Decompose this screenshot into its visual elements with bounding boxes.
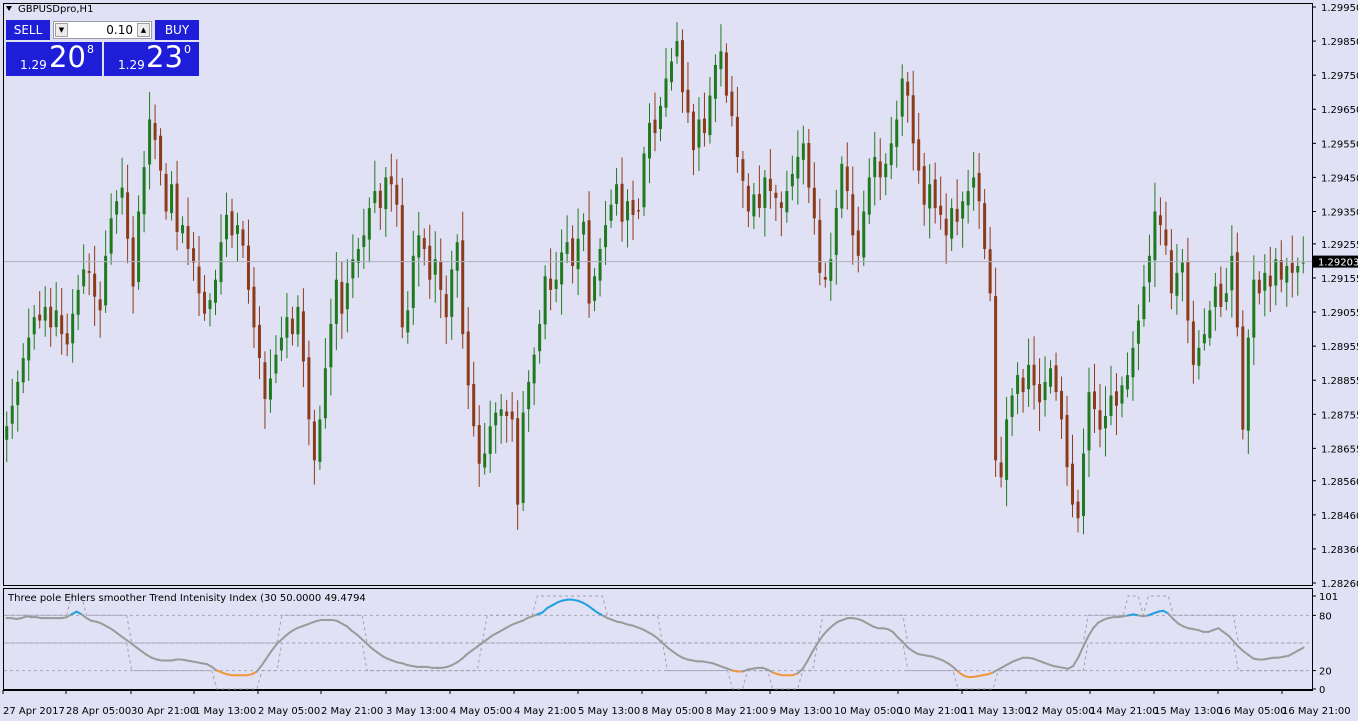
time-tick-label: 10 May 21:00 [898, 706, 967, 717]
time-tick-label: 9 May 13:00 [770, 706, 832, 717]
price-tick-label: 1.29950 [1321, 3, 1358, 14]
time-tick-label: 16 May 21:00 [1282, 706, 1351, 717]
time-tick-label: 30 Apr 21:00 [131, 706, 196, 717]
price-tick-label: 1.28655 [1321, 444, 1358, 455]
bid-price-fraction: 8 [87, 43, 94, 56]
price-tick-label: 1.29550 [1321, 139, 1358, 150]
time-tick-label: 4 May 05:00 [450, 706, 512, 717]
ask-price-prefix: 1.29 [118, 58, 145, 72]
ask-price-fraction: 0 [184, 43, 191, 56]
chart-symbol-title: GBPUSDpro,H1 [18, 4, 94, 15]
time-tick-label: 16 May 05:00 [1218, 706, 1287, 717]
indicator-tick-label: 20 [1319, 667, 1332, 678]
bid-price-pips: 20 [49, 40, 86, 74]
time-tick-label: 4 May 21:00 [514, 706, 576, 717]
time-tick-label: 27 Apr 2017 [3, 706, 65, 717]
time-tick-label: 14 May 21:00 [1090, 706, 1159, 717]
price-tick-label: 1.28855 [1321, 376, 1358, 387]
time-tick-label: 1 May 13:00 [194, 706, 256, 717]
bid-price-prefix: 1.29 [20, 58, 47, 72]
time-tick-label: 3 May 13:00 [386, 706, 448, 717]
price-tick-label: 1.28360 [1321, 545, 1358, 556]
lot-size-field[interactable]: ▼ 0.10 ▲ [53, 21, 152, 39]
sell-price-button[interactable]: 1.29 20 8 [6, 40, 102, 76]
time-axis: 27 Apr 2017 28 Apr 05:00 30 Apr 21:001 May… [2, 690, 1351, 717]
price-tick-label: 1.29850 [1321, 37, 1358, 48]
price-tick-label: 1.28560 [1321, 477, 1358, 488]
current-price-label: 1.29203 [1318, 258, 1358, 269]
time-tick-label: 8 May 05:00 [642, 706, 704, 717]
chart-canvas[interactable]: 1.299501.298501.297501.296501.295501.294… [0, 0, 1358, 721]
indicator-title: Three pole Ehlers smoother Trend Intenis… [7, 593, 366, 604]
price-tick-label: 1.29650 [1321, 105, 1358, 116]
price-tick-label: 1.29155 [1321, 274, 1358, 285]
price-tick-label: 1.29750 [1321, 71, 1358, 82]
price-axis: 1.29950 1.29850 1.29750 1.29650 1.29550 1.294… [1312, 3, 1358, 590]
indicator-tick-label: 80 [1319, 611, 1332, 622]
indicator-tick-label: 0 [1319, 685, 1325, 696]
indicator-axis: 101 80 20 0 [1312, 592, 1338, 696]
time-tick-label: 10 May 05:00 [834, 706, 903, 717]
price-tick-label: 1.29450 [1321, 173, 1358, 184]
time-tick-label: 11 May 13:00 [962, 706, 1031, 717]
chart-menu-triangle-icon[interactable] [6, 6, 12, 11]
ask-price-pips: 23 [146, 40, 183, 74]
lot-size-value[interactable]: 0.10 [106, 22, 133, 38]
price-tick-label: 1.28460 [1321, 511, 1358, 522]
time-tick-label: 2 May 21:00 [321, 706, 383, 717]
buy-price-button[interactable]: 1.29 23 0 [104, 40, 199, 76]
candle [1241, 310, 1245, 440]
price-tick-label: 1.28755 [1321, 410, 1358, 421]
price-tick-label: 1.29055 [1321, 308, 1358, 319]
lot-decrease-icon[interactable]: ▼ [55, 23, 68, 37]
time-tick-label: 8 May 21:00 [706, 706, 768, 717]
price-tick-label: 1.29255 [1321, 240, 1358, 251]
price-tick-label: 1.28260 [1321, 579, 1358, 590]
time-tick-label: 28 Apr 05:00 [66, 706, 131, 717]
indicator-tick-label: 101 [1319, 592, 1338, 603]
time-tick-label: 12 May 05:00 [1026, 706, 1095, 717]
time-tick-label: 15 May 13:00 [1154, 706, 1223, 717]
main-chart-area[interactable] [3, 3, 1313, 586]
one-click-trading-panel: SELL ▼ 0.10 ▲ BUY 1.29 20 8 1.29 23 0 [6, 20, 199, 76]
candle [642, 146, 646, 217]
buy-button[interactable]: BUY [155, 20, 199, 40]
price-tick-label: 1.28955 [1321, 342, 1358, 353]
time-tick-label: 5 May 13:00 [578, 706, 640, 717]
sell-button[interactable]: SELL [6, 20, 50, 40]
lot-increase-icon[interactable]: ▲ [137, 23, 150, 37]
candle [994, 267, 998, 477]
price-tick-label: 1.29350 [1321, 207, 1358, 218]
time-tick-label: 2 May 05:00 [258, 706, 320, 717]
